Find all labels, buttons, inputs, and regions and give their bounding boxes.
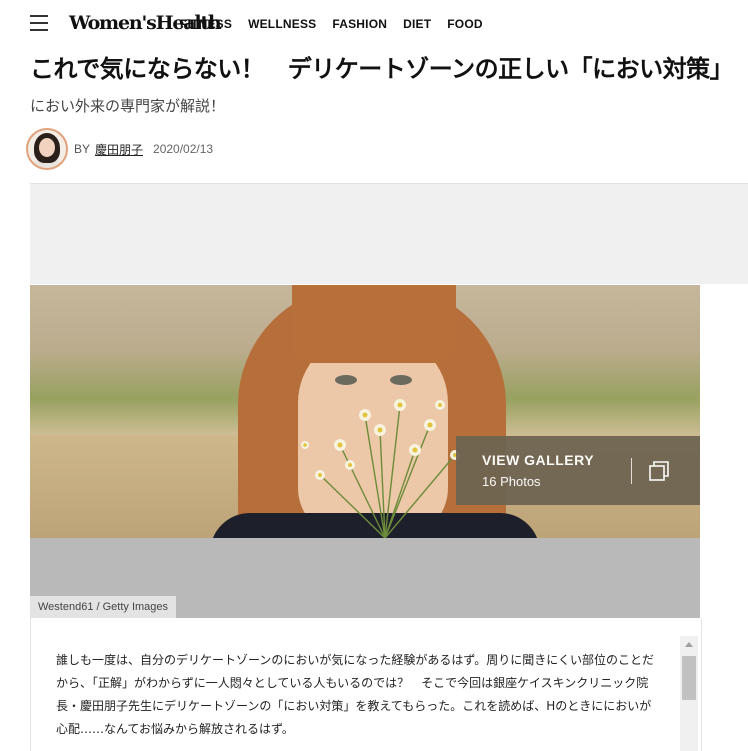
image-credit: Westend61 / Getty Images [30, 596, 177, 618]
author-avatar[interactable] [26, 128, 68, 170]
nav-link-food[interactable]: FOOD [447, 17, 482, 31]
scrollbar[interactable] [680, 636, 698, 751]
top-navigation-bar: Women'sHealth FITNESS WELLNESS FASHION D… [0, 0, 748, 50]
article-subhead: におい外来の専門家が解説！ [30, 97, 226, 115]
gallery-stack-icon [649, 461, 669, 481]
main-nav: FITNESS WELLNESS FASHION DIET FOOD [180, 17, 483, 31]
article-body-container: 誰しも一度は、自分のデリケートゾーンのにおいが気になった経験があるはず。周りに聞… [30, 618, 702, 751]
view-gallery-button[interactable]: VIEW GALLERY 16 Photos [456, 436, 700, 505]
scrollbar-thumb[interactable] [682, 656, 696, 700]
author-link[interactable]: 慶田朋子 [95, 141, 143, 158]
publish-date: 2020/02/13 [153, 142, 214, 156]
gallery-photo-count: 16 Photos [482, 474, 541, 489]
byline-prefix: BY [74, 142, 91, 156]
scroll-up-arrow-icon[interactable] [685, 642, 693, 647]
ad-placeholder [30, 183, 748, 284]
article-body-text: 誰しも一度は、自分のデリケートゾーンのにおいが気になった経験があるはず。周りに聞… [56, 653, 654, 736]
hamburger-menu-icon[interactable] [30, 15, 48, 31]
nav-link-fashion[interactable]: FASHION [332, 17, 387, 31]
nav-link-diet[interactable]: DIET [403, 17, 431, 31]
byline: BY 慶田朋子 2020/02/13 [26, 127, 213, 171]
nav-link-fitness[interactable]: FITNESS [180, 17, 232, 31]
gallery-title: VIEW GALLERY [482, 452, 595, 468]
nav-link-wellness[interactable]: WELLNESS [248, 17, 316, 31]
article-headline: これで気にならない！ デリケートゾーンの正しい「におい対策」 [30, 55, 734, 83]
gallery-divider [631, 458, 632, 484]
